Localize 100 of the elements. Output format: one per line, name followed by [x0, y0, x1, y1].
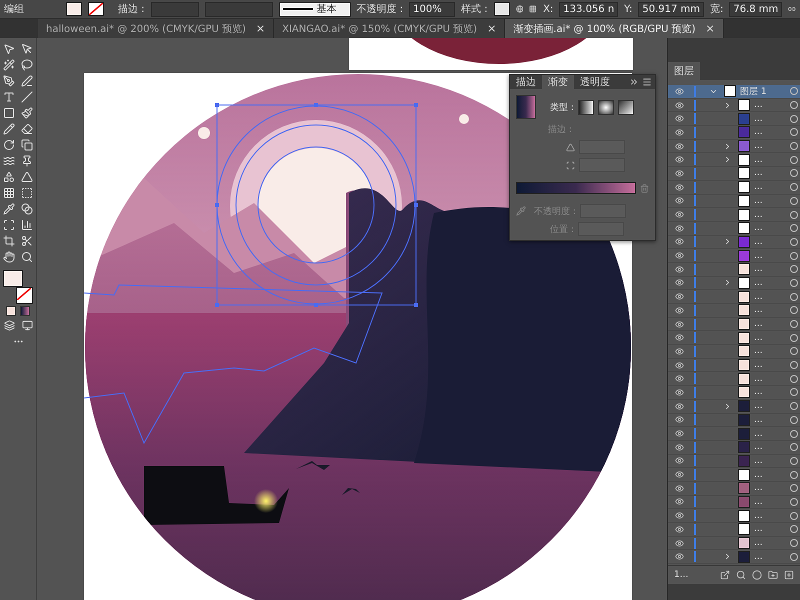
warp-icon[interactable]	[2, 154, 16, 168]
type-icon[interactable]	[2, 90, 16, 104]
visibility-icon[interactable]	[674, 168, 684, 178]
radial-gradient-icon[interactable]	[598, 100, 614, 114]
line-icon[interactable]	[20, 90, 34, 104]
visibility-icon[interactable]	[674, 497, 684, 506]
clipping-mask-icon[interactable]	[752, 570, 762, 580]
visibility-icon[interactable]	[674, 524, 684, 534]
paintbrush-icon[interactable]	[20, 106, 34, 120]
eyedropper-icon[interactable]	[2, 202, 16, 216]
curvature-pen-icon[interactable]	[20, 74, 34, 88]
export-icon[interactable]	[720, 570, 730, 580]
visibility-icon[interactable]	[674, 320, 684, 329]
mesh-icon[interactable]	[2, 186, 16, 200]
visibility-icon[interactable]	[674, 333, 684, 342]
menu-icon[interactable]	[642, 77, 652, 87]
new-layer-icon[interactable]	[784, 570, 794, 580]
rotate-icon[interactable]	[2, 138, 16, 152]
freeform-gradient-icon[interactable]	[618, 100, 634, 114]
visibility-icon[interactable]	[674, 237, 684, 246]
layer-row[interactable]: ...	[668, 112, 800, 126]
layer-row[interactable]: ...	[668, 454, 800, 468]
layer-row[interactable]: ...	[668, 262, 800, 277]
globe-icon[interactable]	[516, 3, 524, 15]
new-sublayer-icon[interactable]	[768, 570, 778, 580]
layer-row[interactable]: ...	[668, 236, 800, 250]
visibility-icon[interactable]	[674, 196, 684, 206]
visibility-icon[interactable]	[674, 538, 684, 548]
eraser-icon[interactable]	[20, 122, 34, 136]
document-tab[interactable]: halloween.ai* @ 200% (CMYK/GPU 预览) ×	[38, 19, 274, 38]
layer-row[interactable]: ...	[668, 358, 800, 372]
visibility-icon[interactable]	[674, 251, 684, 260]
stroke-style-dropdown[interactable]: 基本	[278, 2, 351, 16]
document-tab[interactable]: 渐变插画.ai* @ 100% (RGB/GPU 预览) ×	[505, 19, 724, 38]
layer-row[interactable]: ...	[668, 427, 800, 441]
color-mode-icon[interactable]	[6, 306, 16, 316]
layer-row[interactable]: ...	[668, 331, 800, 346]
layer-row[interactable]: ...	[668, 167, 800, 181]
visibility-icon[interactable]	[674, 511, 684, 520]
panel-tab[interactable]: 图层	[668, 62, 700, 80]
linear-gradient-icon[interactable]	[578, 100, 594, 114]
fill-swatch[interactable]	[66, 2, 82, 16]
layer-row[interactable]: ...	[668, 482, 800, 496]
gradient-mode-icon[interactable]	[20, 306, 30, 316]
visibility-icon[interactable]	[674, 278, 684, 288]
layer-row[interactable]: ...	[668, 98, 800, 112]
visibility-icon[interactable]	[674, 182, 684, 192]
visibility-icon[interactable]	[674, 100, 684, 110]
layer-row[interactable]: ...	[668, 440, 800, 455]
stroke-swatch[interactable]	[16, 287, 33, 304]
visibility-icon[interactable]	[674, 360, 684, 370]
visibility-icon[interactable]	[674, 429, 684, 438]
zoom-icon[interactable]	[20, 250, 34, 264]
layer-row[interactable]: ...	[668, 414, 800, 428]
variable-width-field[interactable]	[204, 2, 273, 16]
magic-wand-icon[interactable]	[2, 58, 16, 72]
visibility-icon[interactable]	[674, 306, 684, 315]
layer-row[interactable]: ...	[668, 153, 800, 168]
lasso-icon[interactable]	[20, 58, 34, 72]
layer-row[interactable]: ...	[668, 496, 800, 510]
graph-icon[interactable]	[20, 218, 34, 232]
visibility-icon[interactable]	[674, 456, 684, 466]
align-icon[interactable]	[529, 3, 538, 15]
visibility-icon[interactable]	[674, 155, 684, 164]
layer-row[interactable]: ...	[668, 194, 800, 208]
close-icon[interactable]: ×	[256, 22, 266, 35]
pen-icon[interactable]	[2, 74, 16, 88]
layer-row[interactable]: ...	[668, 468, 800, 482]
slice-icon[interactable]	[20, 234, 34, 248]
document-tab[interactable]: XIANGAO.ai* @ 150% (CMYK/GPU 预览) ×	[274, 19, 506, 38]
visibility-icon[interactable]	[674, 264, 684, 274]
visibility-icon[interactable]	[674, 346, 684, 356]
layer-row[interactable]: ...	[668, 304, 800, 318]
layer-row[interactable]: ...	[668, 208, 800, 222]
visibility-icon[interactable]	[674, 470, 684, 480]
gradient-swatch[interactable]	[516, 95, 536, 119]
stroke-weight-field[interactable]	[150, 2, 199, 16]
visibility-icon[interactable]	[674, 402, 684, 411]
visibility-icon[interactable]	[674, 374, 684, 384]
blend-icon[interactable]	[20, 202, 34, 216]
selection-icon[interactable]	[20, 42, 34, 56]
layer-row[interactable]: ...	[668, 126, 800, 140]
rectangle-icon[interactable]	[2, 106, 16, 120]
close-icon[interactable]: ×	[706, 22, 715, 35]
layer-row[interactable]: ...	[668, 550, 800, 564]
layer-row[interactable]: ...	[668, 509, 800, 523]
layer-row[interactable]: ...	[668, 140, 800, 154]
artboard-icon[interactable]	[2, 234, 16, 248]
layer-row[interactable]: ...	[668, 290, 800, 304]
layer-row[interactable]: ...	[668, 386, 800, 400]
layer-row[interactable]: ...	[668, 318, 800, 332]
visibility-icon[interactable]	[674, 210, 684, 220]
layer-row[interactable]: ...	[668, 536, 800, 550]
layer-row[interactable]: ...	[668, 523, 800, 537]
visibility-icon[interactable]	[674, 292, 684, 302]
fill-swatch[interactable]	[3, 270, 23, 287]
layer-row[interactable]: ...	[668, 222, 800, 236]
visibility-icon[interactable]	[674, 442, 684, 452]
layer-row[interactable]: ...	[668, 276, 800, 290]
direct-selection-icon[interactable]	[2, 42, 16, 56]
